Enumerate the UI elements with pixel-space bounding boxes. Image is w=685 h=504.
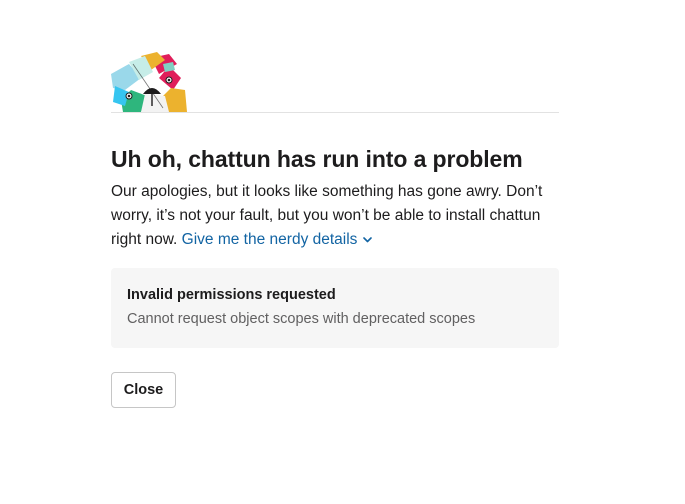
chevron-down-icon[interactable] <box>363 228 373 252</box>
error-message: Cannot request object scopes with deprec… <box>127 311 476 327</box>
slack-error-mascot-icon <box>111 52 187 112</box>
error-details-box: Invalid permissions requested Cannot req… <box>111 268 559 348</box>
error-dialog: Uh oh, chattun has run into a problem Ou… <box>111 50 559 408</box>
page-title: Uh oh, chattun has run into a problem <box>111 146 523 172</box>
close-button[interactable]: Close <box>111 372 176 408</box>
nerdy-details-label[interactable]: Give me the nerdy details <box>182 231 358 248</box>
header-divider <box>111 112 559 113</box>
error-title: Invalid permissions requested <box>127 287 336 303</box>
nerdy-details-link[interactable]: Give me the nerdy details <box>182 231 373 248</box>
error-description: Our apologies, but it looks like somethi… <box>111 180 563 252</box>
